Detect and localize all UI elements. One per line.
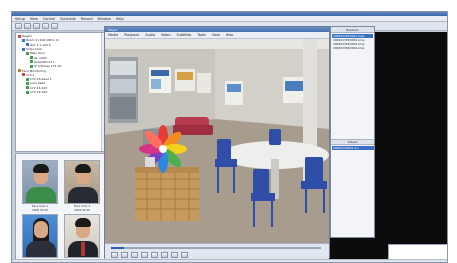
tie — [81, 242, 85, 256]
tree-node-icon — [26, 86, 29, 90]
player-menu-help[interactable]: Help — [226, 33, 234, 37]
tree-node-icon — [26, 43, 29, 47]
tree-node-icon — [22, 47, 25, 51]
player-controls — [105, 243, 329, 259]
player-menu-video[interactable]: Video — [161, 33, 171, 37]
tree-node-icon — [22, 73, 25, 77]
tree-node-icon — [18, 34, 21, 38]
tree-node-icon — [26, 90, 29, 94]
hair — [33, 164, 49, 173]
play-button[interactable] — [111, 252, 118, 258]
player-menu-bar: Media Playback Audio Video Subtitles Too… — [105, 32, 329, 39]
hair — [75, 218, 91, 227]
menu-window[interactable]: Window — [98, 17, 111, 21]
face-gallery: Face Cam 1 2008 00 00 Face Cam 2 2008 00… — [15, 153, 105, 262]
explorer-item[interactable]: 2008/07/08/0004.bmp — [332, 46, 373, 50]
torso — [26, 241, 56, 257]
previous-button[interactable] — [121, 252, 128, 258]
toolbar-button[interactable] — [51, 23, 58, 29]
explorer-list: 2008/07/08/0001.bmp 2008/07/08/0002.bmp 20… — [331, 33, 374, 51]
face-card[interactable]: Face Cam 3 2008 00 00 — [22, 214, 58, 262]
face-id: 2008 00 00 — [31, 208, 48, 212]
menu-view[interactable]: View — [30, 17, 38, 21]
tree-node-icon — [22, 38, 25, 42]
seek-bar[interactable] — [111, 247, 321, 249]
seek-progress — [111, 247, 124, 249]
face-card[interactable]: Face Cam 1 2008 00 00 — [22, 160, 58, 212]
toolbar-button[interactable] — [15, 23, 22, 29]
menu-control[interactable]: Control — [43, 17, 55, 21]
face-photo — [64, 160, 100, 204]
player-title: Player — [108, 27, 118, 32]
menu-help[interactable]: Help — [116, 17, 124, 21]
player-menu-playback[interactable]: Playback — [124, 33, 139, 37]
face-id: 2008 00 00 — [73, 208, 90, 212]
menu-record[interactable]: Record — [81, 17, 93, 21]
torso — [26, 187, 56, 203]
tree-node-icon — [30, 64, 33, 68]
explorer-panel: Explorer 2008/07/08/0001.bmp 2008/07/08/0… — [330, 26, 375, 238]
face-photo — [22, 160, 58, 204]
next-button[interactable] — [141, 252, 148, 258]
player-menu-subtitles[interactable]: Subtitles — [176, 33, 191, 37]
tree-node-icon — [26, 77, 29, 81]
videos-title: Videos — [331, 139, 374, 145]
head — [34, 221, 48, 238]
tree-node-icon — [30, 60, 33, 64]
video-scene — [105, 39, 329, 243]
player-window: Player Media Playback Audio Video Subtit… — [104, 26, 330, 259]
toolbar-button[interactable] — [42, 23, 49, 29]
toolbar-button[interactable] — [33, 23, 40, 29]
menu-setup[interactable]: Setup — [15, 17, 25, 21]
tree-node[interactable]: 172.16.100 — [18, 90, 102, 94]
tree-node-label: 172.16.100 — [30, 90, 48, 94]
tree-node-icon — [30, 56, 33, 60]
tree-node-icon — [26, 81, 29, 85]
toolbar-button[interactable] — [24, 23, 31, 29]
device-tree: Region Room 2 (192.168.1.2) Out 1 1.100.5 V… — [15, 32, 105, 152]
stop-button[interactable] — [131, 252, 138, 258]
menu-schedule[interactable]: Schedule — [60, 17, 76, 21]
face-card[interactable]: Face Cam 2 2008 00 00 — [64, 160, 100, 212]
video-frame[interactable] — [105, 39, 329, 243]
player-menu-view[interactable]: View — [212, 33, 220, 37]
volume-button[interactable] — [181, 252, 188, 258]
videos-item[interactable]: 2008/07/08/01.avi — [332, 146, 374, 150]
tree-node-icon — [18, 69, 21, 73]
status-bar — [12, 259, 447, 262]
face-photo — [64, 214, 100, 258]
fullscreen-button[interactable] — [151, 252, 158, 258]
face-card[interactable]: Face Cam 4 2008 00 00 — [64, 214, 100, 262]
torso — [68, 187, 98, 203]
player-menu-media[interactable]: Media — [108, 33, 118, 37]
settings-button[interactable] — [171, 252, 178, 258]
player-menu-audio[interactable]: Audio — [145, 33, 155, 37]
hair — [75, 164, 91, 173]
player-menu-tools[interactable]: Tools — [197, 33, 205, 37]
playlist-button[interactable] — [161, 252, 168, 258]
face-photo — [22, 214, 58, 258]
control-buttons — [111, 252, 188, 258]
tree-node-icon — [26, 51, 29, 55]
